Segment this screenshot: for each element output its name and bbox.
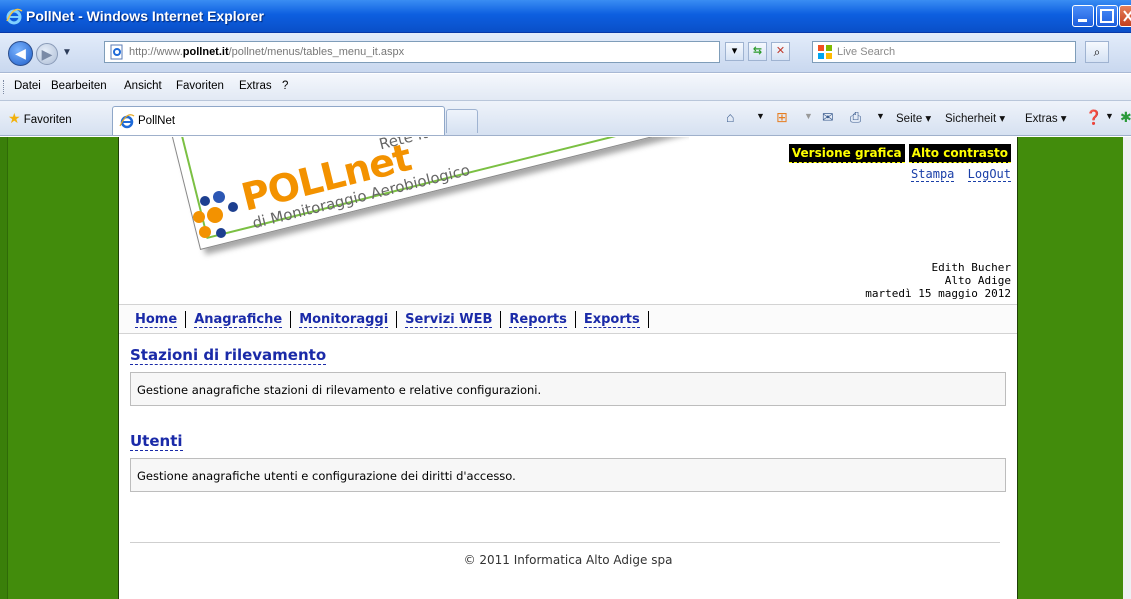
- star-icon: ★: [8, 110, 21, 126]
- live-search-icon: [818, 45, 832, 59]
- tab-bar: ★ Favoriten PollNet ⌂ ▼ ⊞ ▼ ✉ ⎙ ▼ Seite …: [0, 101, 1131, 136]
- maximize-icon: [1100, 9, 1114, 23]
- tab-pollnet[interactable]: PollNet: [112, 106, 445, 135]
- current-date: martedì 15 maggio 2012: [865, 287, 1011, 300]
- main-navigation: Home Anagrafiche Monitoraggi Servizi WEB…: [119, 304, 1017, 334]
- search-button[interactable]: ⌕: [1085, 41, 1109, 63]
- window-title: PollNet - Windows Internet Explorer: [26, 8, 264, 24]
- menu-bar: Datei Bearbeiten Ansicht Favoriten Extra…: [0, 74, 1131, 101]
- menu-item-favoriten[interactable]: Favoriten: [176, 80, 224, 92]
- nav-monitoraggi-label: Monitoraggi: [299, 311, 389, 328]
- nav-home-label: Home: [135, 311, 178, 328]
- stop-button[interactable]: ✕: [771, 42, 790, 61]
- section-utenti-link[interactable]: Utenti: [130, 432, 183, 451]
- close-button[interactable]: [1119, 5, 1131, 27]
- tab-label: PollNet: [138, 115, 176, 127]
- nav-home[interactable]: Home: [135, 310, 187, 328]
- nav-servizi-web-label: Servizi WEB: [405, 311, 493, 328]
- minimize-button[interactable]: [1072, 5, 1094, 27]
- nav-anagrafiche[interactable]: Anagrafiche: [186, 310, 292, 328]
- feeds-icon[interactable]: ⊞: [776, 109, 788, 126]
- url-path: /pollnet/menus/tables_menu_it.aspx: [228, 46, 405, 58]
- user-name: Edith Bucher: [931, 261, 1011, 274]
- header-controls: Versione grafica Alto contrasto Stampa L…: [788, 144, 1011, 182]
- print-icon[interactable]: ⎙: [850, 109, 861, 126]
- extras-menu-button[interactable]: Extras ▾: [1025, 111, 1067, 125]
- scrollbar[interactable]: [1123, 137, 1131, 599]
- search-input[interactable]: Live Search: [812, 41, 1076, 63]
- extras-menu-label: Extras: [1025, 113, 1058, 125]
- research-icon[interactable]: ✱: [1120, 109, 1131, 126]
- refresh-icon: ⇆: [752, 45, 763, 57]
- page-menu-button[interactable]: Seite ▾: [896, 111, 931, 125]
- refresh-button[interactable]: ⇆: [748, 42, 767, 61]
- security-menu-button[interactable]: Sicherheit ▾: [945, 111, 1005, 125]
- section-utenti-description: Gestione anagrafiche utenti e configuraz…: [130, 458, 1006, 492]
- window-title-bar[interactable]: PollNet - Windows Internet Explorer: [0, 0, 1131, 33]
- logout-link[interactable]: LogOut: [967, 167, 1011, 182]
- logo-prefix: di: [250, 211, 269, 233]
- address-input[interactable]: http://www.pollnet.it/pollnet/menus/tabl…: [104, 41, 720, 63]
- chevron-down-icon: ▾: [731, 45, 738, 57]
- page-menu-label: Seite: [896, 113, 923, 125]
- close-icon: [1123, 10, 1131, 22]
- favorites-label: Favoriten: [23, 114, 72, 126]
- help-icon[interactable]: ❓: [1085, 109, 1102, 126]
- stop-icon: ✕: [775, 45, 786, 57]
- left-frame-edge: [0, 137, 8, 599]
- history-dropdown-icon[interactable]: ▼: [62, 47, 72, 58]
- feeds-dropdown-icon[interactable]: ▼: [804, 111, 813, 121]
- nav-servizi-web[interactable]: Servizi WEB: [397, 310, 502, 328]
- menu-item-datei[interactable]: Datei: [14, 80, 41, 92]
- search-placeholder: Live Search: [837, 46, 896, 58]
- mail-icon[interactable]: ✉: [822, 109, 834, 126]
- menu-item-extras[interactable]: Extras: [239, 80, 272, 92]
- high-contrast-link[interactable]: Alto contrasto: [908, 144, 1011, 163]
- nav-monitoraggi[interactable]: Monitoraggi: [291, 310, 398, 328]
- page-container: POLLnet Rete Italiana di Monitoraggio Ae…: [119, 137, 1017, 599]
- home-icon[interactable]: ⌂: [726, 109, 734, 125]
- maximize-button[interactable]: [1096, 5, 1118, 27]
- address-toolbar: ◀ ▶ ▼ http://www.pollnet.it/pollnet/menu…: [0, 33, 1131, 73]
- url-text: http://www.pollnet.it/pollnet/menus/tabl…: [129, 46, 404, 58]
- favorites-button[interactable]: ★ Favoriten: [8, 110, 72, 127]
- home-dropdown-icon[interactable]: ▼: [756, 111, 765, 121]
- forward-button[interactable]: ▶: [36, 43, 58, 65]
- site-logo[interactable]: POLLnet Rete Italiana di Monitoraggio Ae…: [119, 137, 689, 297]
- menu-item-bearbeiten[interactable]: Bearbeiten: [51, 80, 107, 92]
- footer-copyright: © 2011 Informatica Alto Adige spa: [463, 553, 673, 567]
- back-arrow-icon: ◀: [15, 45, 26, 61]
- nav-reports-label: Reports: [509, 311, 567, 328]
- internet-explorer-icon: [6, 8, 23, 25]
- menu-item-help[interactable]: ?: [282, 80, 288, 92]
- url-prefix: http://www.: [129, 46, 183, 58]
- help-dropdown-icon[interactable]: ▼: [1105, 111, 1114, 121]
- print-link[interactable]: Stampa: [911, 167, 955, 182]
- security-menu-label: Sicherheit: [945, 113, 997, 125]
- graphic-version-link[interactable]: Versione grafica: [788, 144, 905, 163]
- menu-item-ansicht[interactable]: Ansicht: [124, 80, 162, 92]
- section-stazioni-link[interactable]: Stazioni di rilevamento: [130, 346, 327, 365]
- user-info: Edith Bucher Alto Adige martedì 15 maggi…: [865, 261, 1011, 300]
- toolbar-grip[interactable]: [3, 80, 6, 94]
- nav-exports[interactable]: Exports: [576, 310, 649, 328]
- back-button[interactable]: ◀: [8, 41, 33, 66]
- minimize-icon: [1078, 19, 1087, 22]
- section-stazioni-description: Gestione anagrafiche stazioni di rilevam…: [130, 372, 1006, 406]
- search-icon: ⌕: [1093, 45, 1101, 59]
- nav-anagrafiche-label: Anagrafiche: [194, 311, 283, 328]
- page-icon: [110, 44, 123, 60]
- nav-exports-label: Exports: [583, 311, 640, 328]
- forward-arrow-icon: ▶: [41, 46, 53, 62]
- print-dropdown-icon[interactable]: ▼: [876, 111, 885, 121]
- new-tab-button[interactable]: [446, 109, 478, 133]
- ie-page-icon: [119, 114, 135, 129]
- url-domain: pollnet.it: [182, 46, 229, 58]
- nav-reports[interactable]: Reports: [501, 310, 576, 328]
- user-region: Alto Adige: [944, 274, 1011, 287]
- footer-divider: [130, 542, 1000, 543]
- address-dropdown-button[interactable]: ▾: [725, 42, 744, 61]
- page-viewport: POLLnet Rete Italiana di Monitoraggio Ae…: [0, 137, 1131, 599]
